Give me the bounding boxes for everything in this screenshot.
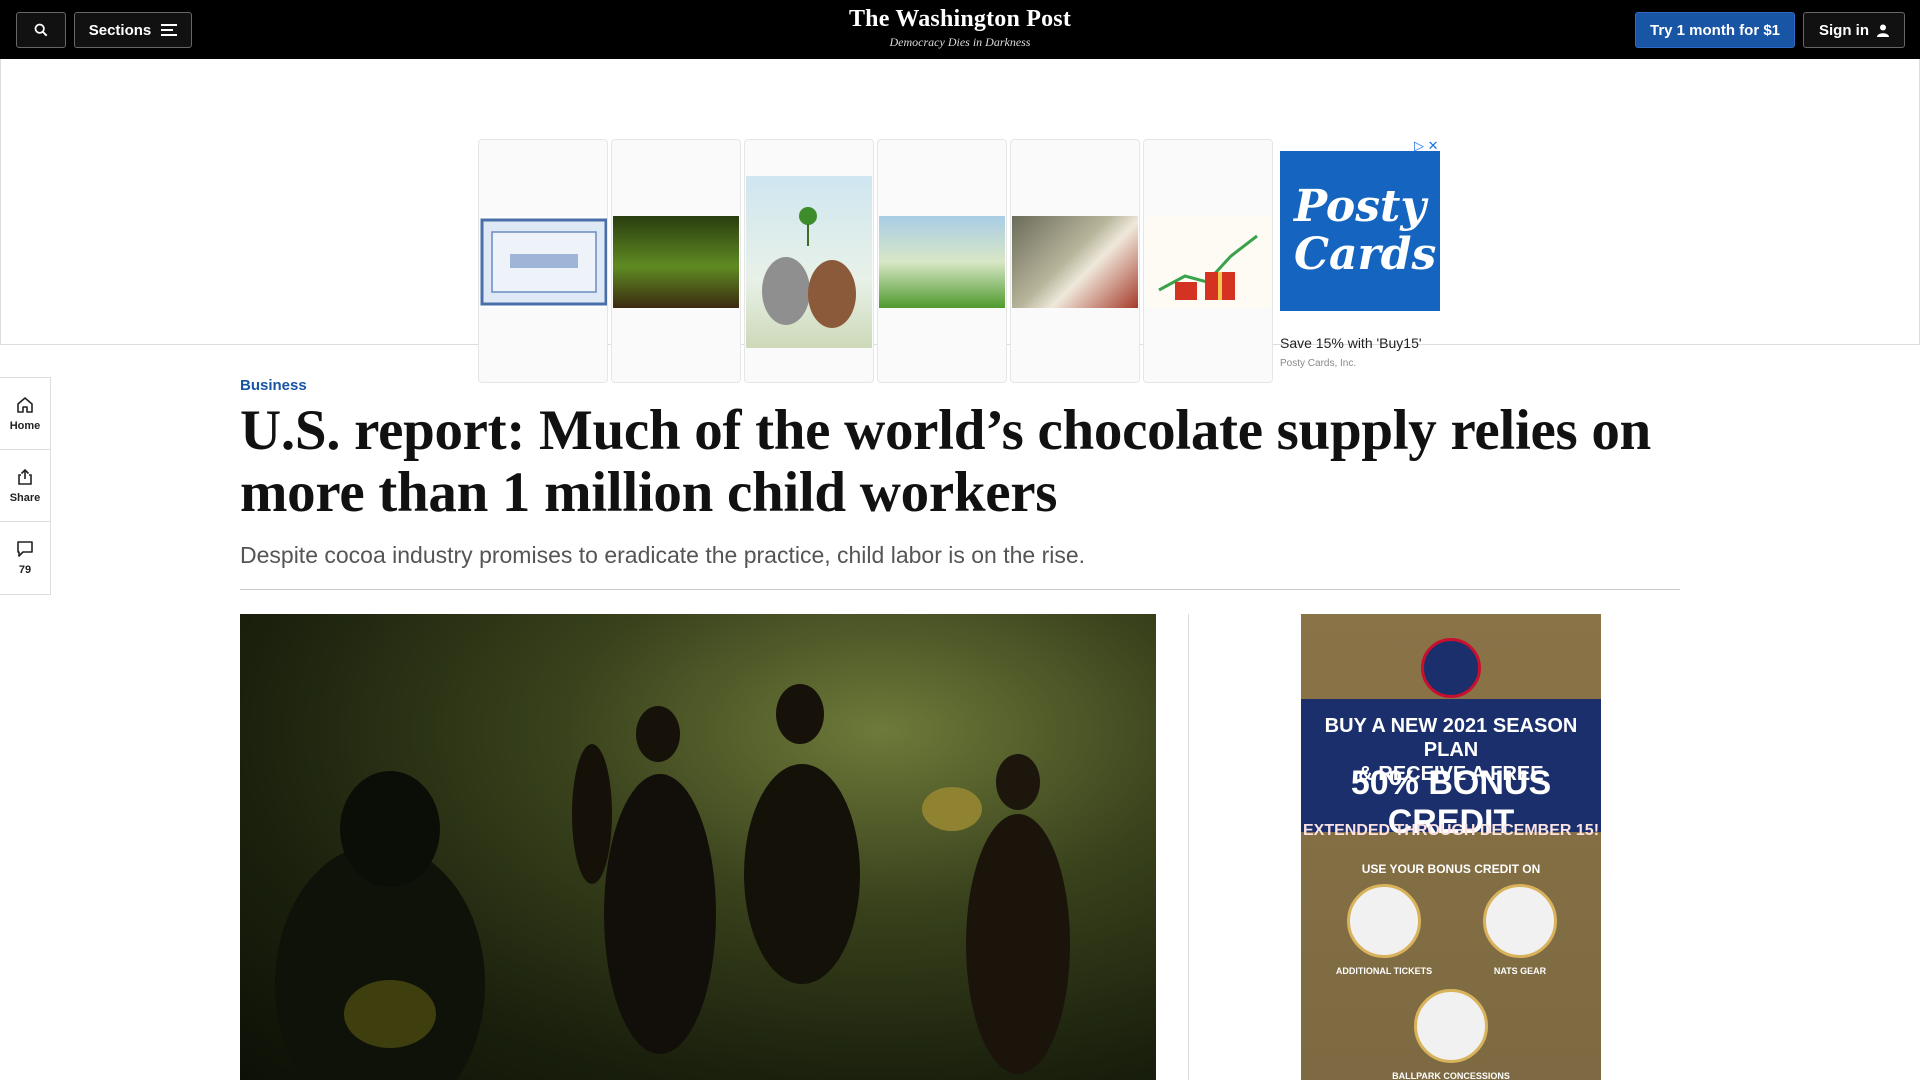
ad-card-image (613, 216, 739, 308)
ad-card-birthday[interactable] (478, 139, 608, 383)
article-headline: U.S. report: Much of the world’s chocola… (240, 399, 1651, 524)
ad-card-row (478, 139, 1273, 383)
jersey-icon (1483, 884, 1557, 958)
sections-button[interactable]: Sections (74, 12, 192, 48)
sections-label: Sections (88, 21, 152, 39)
champions-badge-icon (1421, 638, 1481, 698)
ad-card-bull-bear[interactable] (744, 139, 874, 383)
ad-card-image (480, 216, 607, 308)
lead-photo-art (275, 684, 1070, 1080)
ad-advertiser: Posty Cards, Inc. (1280, 358, 1357, 369)
article-action-rail: Home Share 79 (0, 377, 51, 595)
rail-comments-button[interactable]: 79 (0, 522, 50, 594)
column-divider (1188, 614, 1189, 1080)
ad-card-image (1145, 216, 1271, 308)
top-ad-banner: Posty Cards ▷ ✕ Save 15% with 'Buy15' Po… (0, 59, 1920, 383)
ad-card-image (879, 216, 1005, 308)
rail-home-label: Home (9, 419, 41, 432)
rail-comments-count: 79 (18, 564, 32, 576)
rail-home-button[interactable]: Home (0, 378, 50, 450)
ad-card-birthday-money[interactable] (877, 139, 1007, 383)
sign-in-label: Sign in (1819, 21, 1869, 39)
sign-in-button[interactable]: Sign in (1803, 12, 1905, 48)
lead-photo[interactable] (240, 614, 1156, 1080)
section-kicker-link[interactable]: Business (240, 377, 307, 394)
masthead[interactable]: The Washington Post Democracy Dies in Da… (760, 6, 1160, 50)
article-subheadline: Despite cocoa industry promises to eradi… (240, 542, 1086, 568)
tickets-icon (1347, 884, 1421, 958)
sidebar-ad-item1: ADDITIONAL TICKETS (1335, 966, 1433, 976)
rail-share-button[interactable]: Share (0, 450, 50, 522)
ad-card-image (1012, 216, 1138, 308)
holiday-chart-art (1158, 234, 1258, 300)
header-divider (240, 589, 1680, 590)
ad-caption[interactable]: Save 15% with 'Buy15' (1280, 335, 1422, 351)
rail-share-label: Share (9, 491, 41, 504)
sidebar-ad-extension: EXTENDED THROUGH DECEMBER 15! (1302, 822, 1600, 839)
home-icon (17, 396, 33, 413)
ad-card-happy-holidays[interactable] (1143, 139, 1273, 383)
ad-choices-icon[interactable]: ▷ ✕ (1414, 138, 1439, 154)
sidebar-ad-line1: BUY A NEW 2021 SEASON PLAN (1324, 715, 1578, 761)
bull-bear-art (762, 207, 856, 328)
site-tagline: Democracy Dies in Darkness (889, 35, 1031, 49)
ad-card-image (746, 176, 872, 348)
menu-icon (161, 24, 178, 36)
ad-brand-logo[interactable]: Posty Cards (1280, 151, 1440, 311)
hotdog-icon (1414, 989, 1488, 1063)
search-icon (34, 23, 48, 37)
sidebar-ad[interactable]: BUY A NEW 2021 SEASON PLAN & RECEIVE A F… (1301, 614, 1601, 1080)
top-nav: Sections The Washington Post Democracy D… (0, 0, 1920, 59)
ad-brand-line2: Cards (1294, 229, 1437, 280)
birthday-card-art (480, 218, 607, 306)
subscribe-trial-button[interactable]: Try 1 month for $1 (1635, 12, 1795, 48)
user-icon (1877, 24, 1889, 37)
ad-brand-line1: Posty (1294, 181, 1426, 232)
sidebar-ad-item2: NATS GEAR (1493, 966, 1547, 976)
sidebar-ad-item3: BALLPARK CONCESSIONS (1392, 1071, 1510, 1080)
sidebar-ad-usage: USE YOUR BONUS CREDIT ON (1361, 862, 1541, 876)
comment-icon (17, 541, 33, 557)
ad-card-holiday-cash[interactable] (1010, 139, 1140, 383)
site-logo[interactable]: The Washington Post (760, 6, 1160, 33)
ad-card-money-plants[interactable] (611, 139, 741, 383)
search-button[interactable] (16, 12, 66, 48)
share-icon (18, 468, 32, 485)
